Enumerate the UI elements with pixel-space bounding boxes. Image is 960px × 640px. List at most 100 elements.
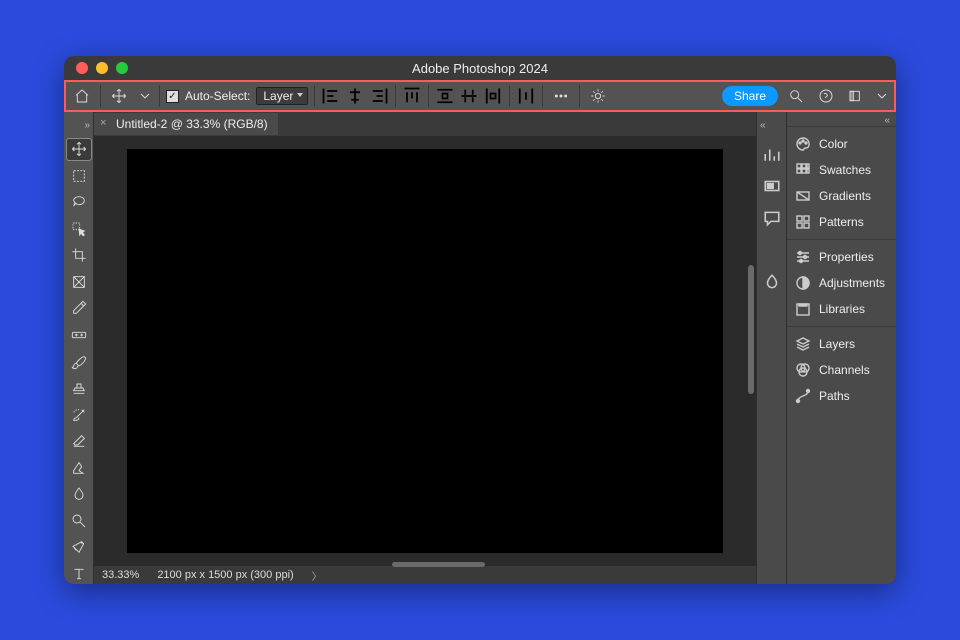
dock-collapse-icon[interactable]: « [757,120,766,131]
eyedropper-tool[interactable] [67,298,91,319]
separator [579,85,580,107]
more-options-button[interactable] [549,84,573,108]
align-left-edges-button[interactable] [321,86,341,106]
status-bar: 33.33% 2100 px x 1500 px (300 ppi) 〉 [94,566,756,584]
panel-paths[interactable]: Paths [787,383,896,409]
3d-mode-button[interactable] [586,84,610,108]
palette-icon [795,136,811,152]
panel-color[interactable]: Color [787,131,896,157]
help-button[interactable] [814,84,838,108]
brush-tool[interactable] [67,351,91,372]
document-area: × Untitled-2 @ 33.3% (RGB/8) 33.33% 2100… [94,112,756,584]
panel-label: Properties [819,250,874,264]
toolbox-collapse-icon[interactable]: » [84,120,93,131]
auto-select-checkbox[interactable]: ✓ [166,90,179,103]
clone-stamp-tool[interactable] [67,378,91,399]
minimize-window-button[interactable] [96,62,108,74]
maximize-window-button[interactable] [116,62,128,74]
panel-patterns[interactable]: Patterns [787,209,896,235]
channels-icon [795,362,811,378]
home-button[interactable] [70,84,94,108]
panel-group-layers: Layers Channels Paths [787,326,896,413]
document-tab[interactable]: × Untitled-2 @ 33.3% (RGB/8) [94,113,278,135]
align-right-edges-button[interactable] [369,86,389,106]
eraser-tool[interactable] [67,431,91,452]
canvas-viewport[interactable] [94,136,756,566]
share-label: Share [734,89,766,103]
lasso-tool[interactable] [67,192,91,213]
frame-tool[interactable] [67,272,91,293]
collapsed-panel-dock: « [756,112,786,584]
layers-icon [795,336,811,352]
window-title: Adobe Photoshop 2024 [64,61,896,76]
dropdown-value: Layer [263,89,293,103]
pen-tool[interactable] [67,537,91,558]
panel-swatches[interactable]: Swatches [787,157,896,183]
panel-group-color: Color Swatches Gradients Patterns [787,126,896,239]
close-window-button[interactable] [76,62,88,74]
separator [159,85,160,107]
properties-icon [795,249,811,265]
crop-tool[interactable] [67,245,91,266]
separator [100,85,101,107]
search-button[interactable] [784,84,808,108]
panel-gradients[interactable]: Gradients [787,183,896,209]
panel-libraries[interactable]: Libraries [787,296,896,322]
histogram-panel-icon[interactable] [763,145,781,163]
distribute-bottom-button[interactable] [483,86,503,106]
panel-properties[interactable]: Properties [787,244,896,270]
panel-label: Libraries [819,302,865,316]
distribute-group [435,86,503,106]
distribute-top-button[interactable] [435,86,455,106]
object-select-tool[interactable] [67,219,91,240]
window-controls [64,62,128,74]
horizontal-scrollbar[interactable] [392,562,485,567]
comments-panel-icon[interactable] [763,209,781,227]
type-tool[interactable] [67,564,91,585]
panel-list: « Color Swatches Gradients [786,112,896,584]
healing-brush-tool[interactable] [67,325,91,346]
panel-label: Color [819,137,848,151]
toolbox: » [64,112,94,584]
auto-select-target-dropdown[interactable]: Layer [256,87,308,105]
close-tab-icon[interactable]: × [100,117,106,129]
adjustments-icon [795,275,811,291]
dodge-tool[interactable] [67,510,91,531]
marquee-tool[interactable] [67,166,91,187]
auto-select-group: ✓ Auto-Select: Layer [166,87,308,105]
move-tool[interactable] [67,139,91,160]
align-horizontal-centers-button[interactable] [345,86,365,106]
distribute-vertical-centers-button[interactable] [459,86,479,106]
separator [542,85,543,107]
move-tool-icon[interactable] [107,84,131,108]
panel-layers[interactable]: Layers [787,331,896,357]
workspace-dropdown[interactable] [874,84,890,108]
tool-preset-dropdown[interactable] [137,84,153,108]
titlebar: Adobe Photoshop 2024 [64,56,896,80]
history-brush-tool[interactable] [67,404,91,425]
libraries-icon [795,301,811,317]
patterns-icon [795,214,811,230]
panel-adjustments[interactable]: Adjustments [787,270,896,296]
status-more-icon[interactable]: 〉 [312,568,322,583]
document-dimensions[interactable]: 2100 px x 1500 px (300 ppi) [157,569,293,581]
panels-collapse-icon[interactable]: « [884,112,896,126]
blur-tool[interactable] [67,484,91,505]
panel-channels[interactable]: Channels [787,357,896,383]
navigator-panel-icon[interactable] [763,177,781,195]
workspace-switcher[interactable] [844,84,868,108]
distribute-spacing-button[interactable] [516,86,536,106]
canvas[interactable] [127,149,723,553]
share-button[interactable]: Share [722,86,778,106]
vertical-scrollbar[interactable] [748,265,754,394]
workarea: » × Untitled-2 @ 33.3% (RGB/8 [64,112,896,584]
panel-label: Patterns [819,215,864,229]
align-top-edges-button[interactable] [402,86,422,106]
brush-settings-panel-icon[interactable] [763,273,781,291]
zoom-level[interactable]: 33.33% [102,569,139,581]
swatches-icon [795,162,811,178]
gradient-tool[interactable] [67,457,91,478]
right-panel-stack: « « Color Swatches [756,112,896,584]
paths-icon [795,388,811,404]
panel-label: Adjustments [819,276,885,290]
